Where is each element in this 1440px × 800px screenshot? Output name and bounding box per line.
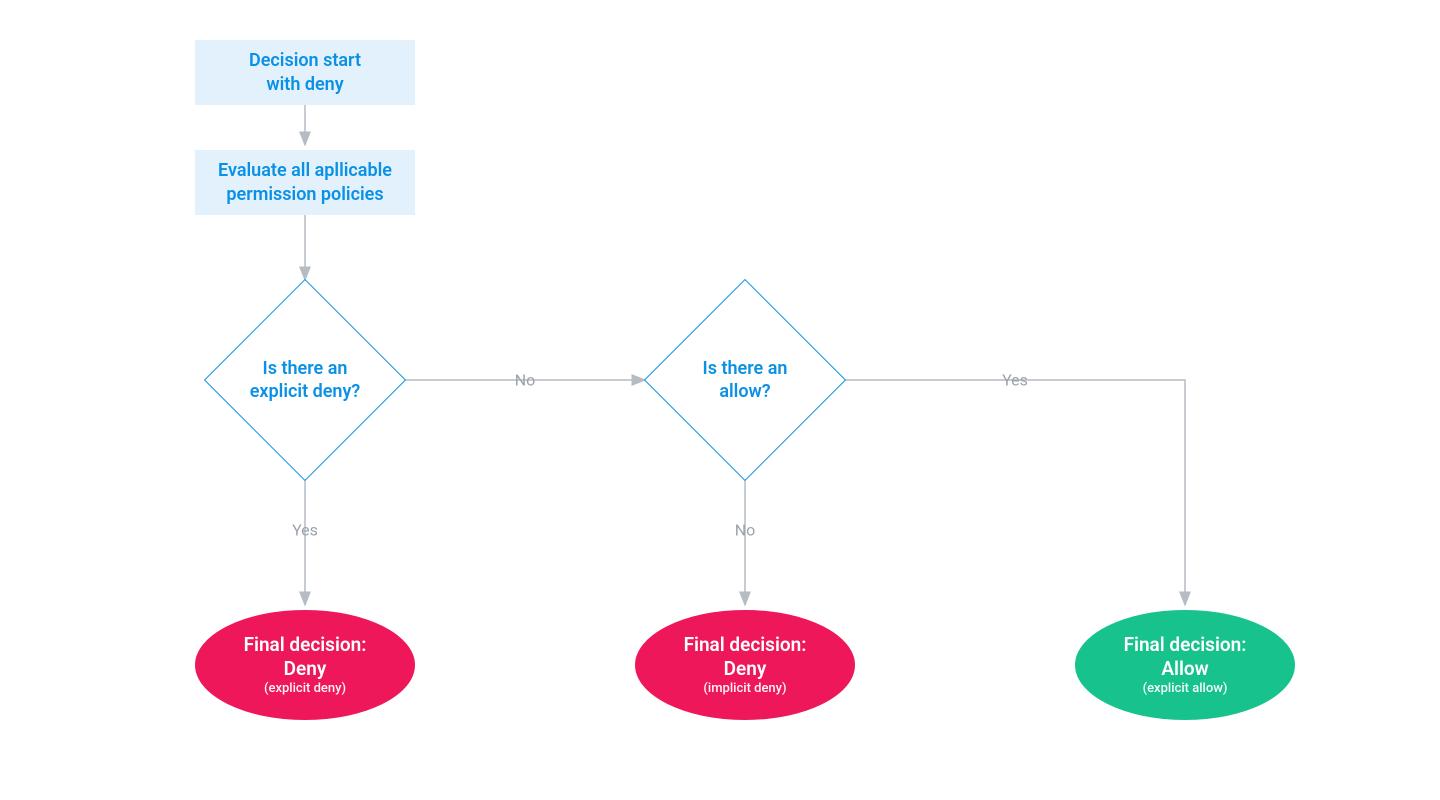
edge-label-no-implicit-deny: No xyxy=(735,521,756,540)
final-explicit-deny-sub: (explicit deny) xyxy=(264,681,346,697)
edge-label-yes-allow: Yes xyxy=(1002,371,1028,390)
explicit-deny-decision: Is there an explicit deny? xyxy=(205,280,405,480)
start-line1: Decision start xyxy=(249,50,361,71)
final-allow-title2: Allow xyxy=(1161,657,1208,680)
allow-decision: Is there an allow? xyxy=(645,280,845,480)
final-allow-title1: Final decision: xyxy=(1124,633,1247,656)
allow-line1: Is there an xyxy=(703,358,788,379)
final-explicit-deny: Final decision: Deny (explicit deny) xyxy=(195,610,415,720)
final-explicit-deny-title2: Deny xyxy=(284,657,327,680)
evaluate-line2: permission policies xyxy=(226,184,383,205)
start-node: Decision start with deny xyxy=(195,40,415,105)
final-allow: Final decision: Allow (explicit allow) xyxy=(1075,610,1295,720)
evaluate-node: Evaluate all apllicable permission polic… xyxy=(195,150,415,215)
allow-line2: allow? xyxy=(719,381,770,402)
final-allow-sub: (explicit allow) xyxy=(1143,681,1228,697)
edge-label-yes-explicit-deny: Yes xyxy=(292,521,318,540)
final-implicit-deny-title2: Deny xyxy=(724,657,767,680)
edge-label-no-to-allow: No xyxy=(515,371,536,390)
evaluate-line1: Evaluate all apllicable xyxy=(218,160,392,181)
final-implicit-deny-title1: Final decision: xyxy=(684,633,807,656)
start-line2: with deny xyxy=(266,74,343,95)
explicit-deny-line1: Is there an xyxy=(263,358,348,379)
explicit-deny-line2: explicit deny? xyxy=(250,381,361,402)
final-implicit-deny: Final decision: Deny (implicit deny) xyxy=(635,610,855,720)
final-implicit-deny-sub: (implicit deny) xyxy=(703,681,786,697)
final-explicit-deny-title1: Final decision: xyxy=(244,633,367,656)
